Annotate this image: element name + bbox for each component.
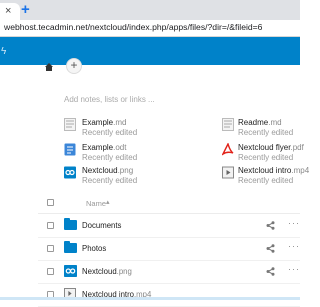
share-icon[interactable] (266, 267, 275, 276)
pdf-icon (222, 143, 234, 156)
row-checkbox[interactable] (47, 245, 54, 252)
text-file-icon (222, 118, 234, 131)
recent-file-name: Readme (238, 118, 269, 127)
video-icon (222, 166, 234, 179)
recent-file-status: Recently edited (82, 128, 138, 137)
text-file-icon (64, 118, 76, 131)
name-column-header[interactable]: Name (86, 199, 106, 208)
home-icon[interactable] (44, 62, 54, 72)
recent-file-name: Example (82, 143, 114, 152)
recent-file-name: Nextcloud flyer (238, 143, 291, 152)
file-name[interactable]: Nextcloud (82, 267, 117, 276)
nextcloud-header: ϟ (0, 37, 300, 65)
browser-tab[interactable]: × (0, 3, 20, 20)
document-icon (64, 143, 76, 156)
image-icon (64, 265, 77, 277)
select-all-checkbox[interactable] (47, 199, 54, 206)
recent-file-ext: .odt (113, 143, 127, 152)
rich-workspace-notes[interactable]: Add notes, lists or links ... (64, 95, 155, 104)
table-row[interactable]: Nextcloud.png ··· (38, 260, 300, 284)
share-icon[interactable] (266, 221, 275, 230)
recent-file-name: Nextcloud (82, 166, 118, 175)
url-text[interactable]: webhost.tecadmin.net/nextcloud/index.php… (4, 22, 262, 32)
row-checkbox[interactable] (47, 268, 54, 275)
new-file-button[interactable]: + (66, 58, 82, 74)
recent-file-status: Recently edited (238, 176, 294, 185)
close-tab-icon[interactable]: × (5, 5, 11, 17)
new-tab-button[interactable]: + (21, 2, 30, 17)
folder-icon (64, 241, 77, 253)
row-checkbox[interactable] (47, 222, 54, 229)
recent-file-status: Recently edited (82, 153, 138, 162)
recent-file-name: Nextcloud intro (238, 166, 292, 175)
sort-arrow-icon[interactable]: ▴ (106, 198, 110, 206)
recent-file-ext: .mp4 (291, 166, 310, 175)
image-icon (64, 166, 76, 179)
file-name[interactable]: Documents (82, 221, 121, 230)
more-actions-icon[interactable]: ··· (288, 218, 300, 228)
file-table-header: Name ▴ (38, 192, 300, 214)
table-row[interactable]: Documents ··· (38, 214, 300, 238)
bolt-icon[interactable]: ϟ (1, 46, 6, 57)
recent-file-ext: .pdf (290, 143, 304, 152)
table-row[interactable]: Photos ··· (38, 237, 300, 261)
file-name[interactable]: Photos (82, 244, 106, 253)
browser-tab-strip: × + (0, 0, 300, 20)
table-row[interactable]: Nextcloud intro.mp4 (38, 283, 300, 307)
folder-icon (64, 218, 77, 230)
recent-file-ext: .png (117, 166, 134, 175)
recent-file-ext: .md (268, 118, 282, 127)
file-ext: .png (116, 267, 132, 276)
recent-file-ext: .md (113, 118, 127, 127)
share-icon[interactable] (266, 244, 275, 253)
more-actions-icon[interactable]: ··· (288, 264, 300, 274)
recent-file-status: Recently edited (238, 153, 294, 162)
recent-file-status: Recently edited (238, 128, 294, 137)
address-bar[interactable]: webhost.tecadmin.net/nextcloud/index.php… (0, 20, 300, 37)
recent-file-name: Example (82, 118, 114, 127)
more-actions-icon[interactable]: ··· (288, 241, 300, 251)
recent-file-status: Recently edited (82, 176, 138, 185)
